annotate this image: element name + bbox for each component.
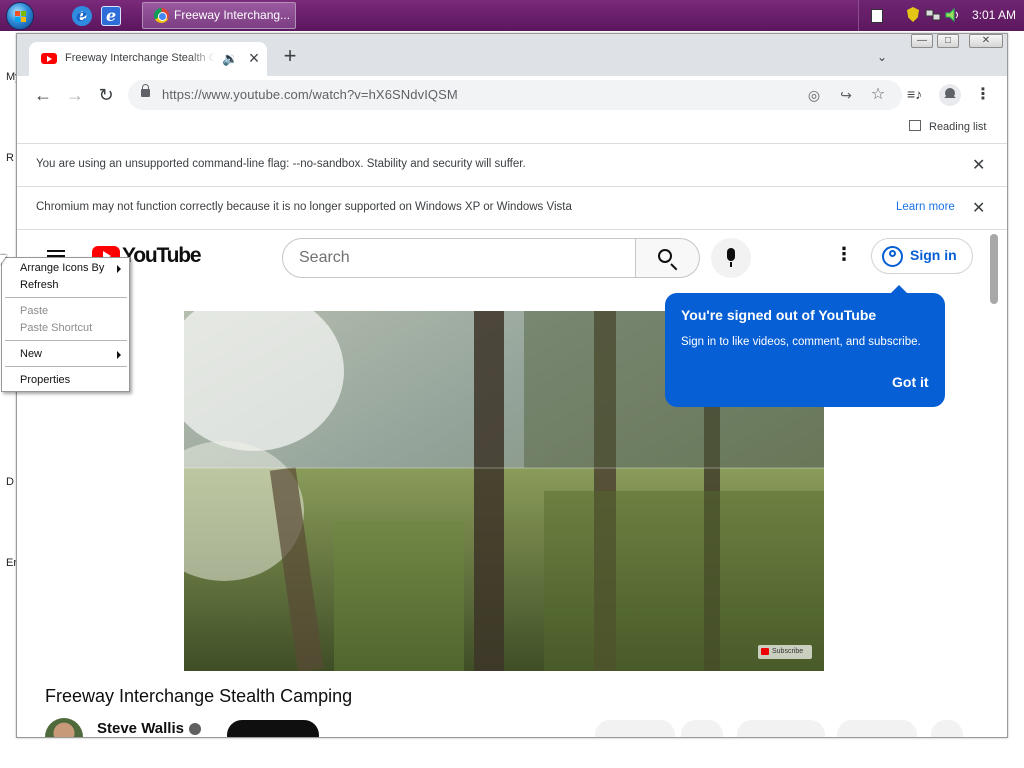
tab-close-icon[interactable]: × (244, 48, 264, 68)
mouse-cursor-icon (0, 255, 7, 265)
eye-off-icon[interactable]: ◎ (804, 85, 824, 105)
browser-toolbar: ← → ↻ https://www.youtube.com/watch?v=hX… (17, 76, 1007, 114)
sign-in-label: Sign in (910, 247, 957, 263)
infobar-sandbox-warning: You are using an unsupported command-lin… (17, 144, 1007, 187)
desktop-icon-label[interactable]: R (6, 152, 14, 164)
new-tab-icon[interactable]: + (279, 45, 301, 68)
url-text[interactable]: https://www.youtube.com/watch?v=hX6SNdvI… (162, 87, 458, 102)
keyboard-icon[interactable] (871, 9, 883, 23)
windows-flag-icon (15, 11, 27, 23)
desktop-icon-label[interactable]: D (6, 476, 14, 488)
video-title: Freeway Interchange Stealth Camping (45, 686, 353, 706)
menu-item-paste: Paste (20, 305, 49, 317)
subscribe-watermark[interactable]: Subscribe (758, 645, 812, 659)
search-button[interactable] (636, 238, 700, 278)
volume-icon[interactable] (945, 8, 961, 22)
close-window-button[interactable]: ✕ (969, 34, 1003, 48)
subscribe-button[interactable] (227, 720, 319, 737)
clock[interactable]: 3:01 AM (967, 0, 1021, 31)
signed-out-tooltip: You're signed out of YouTube Sign in to … (665, 285, 945, 407)
system-tray: 3:01 AM (858, 0, 1024, 31)
reload-icon[interactable]: ↻ (95, 84, 117, 106)
menu-icon[interactable]: ⋮ (975, 84, 991, 104)
tab-title-fade (189, 48, 215, 70)
search-input[interactable]: Search (282, 238, 636, 278)
menu-item-paste-shortcut: Paste Shortcut (20, 322, 93, 334)
more-actions-button[interactable] (931, 720, 963, 737)
bookmark-star-icon[interactable]: ☆ (868, 85, 888, 105)
page-scrollbar[interactable] (990, 234, 998, 304)
bookmarks-bar: Reading list (17, 114, 1007, 144)
chromium-icon (154, 8, 169, 23)
audio-playing-icon[interactable]: 🔉 (222, 51, 238, 67)
menu-separator (5, 366, 127, 367)
youtube-favicon (41, 53, 57, 64)
browser-window: Freeway Interchange Stealth Ca 🔉 × + ⌄ —… (16, 33, 1008, 738)
clip-button[interactable] (837, 720, 917, 737)
share-button[interactable] (681, 720, 723, 737)
menu-item-refresh[interactable]: Refresh (20, 279, 59, 291)
tab-search-icon[interactable]: ⌄ (877, 50, 887, 64)
download-button[interactable] (737, 720, 825, 737)
minimize-button[interactable]: — (911, 34, 933, 48)
channel-name[interactable]: Steve Wallis (97, 720, 184, 737)
infobar-close-icon[interactable]: ✕ (972, 198, 985, 218)
menu-item-new[interactable]: New (20, 348, 42, 360)
submenu-arrow-icon (117, 265, 121, 273)
hamburger-menu-icon[interactable] (47, 250, 65, 252)
learn-more-link[interactable]: Learn more (896, 201, 955, 213)
youtube-wordmark: YouTube (122, 244, 202, 267)
more-options-icon[interactable]: ⋮ (835, 244, 853, 265)
tab-strip: Freeway Interchange Stealth Ca 🔉 × + ⌄ —… (17, 34, 1007, 76)
profile-icon[interactable] (939, 84, 961, 106)
infobar-unsupported-os: Chromium may not function correctly beca… (17, 187, 1007, 230)
sign-in-button[interactable]: Sign in (871, 238, 973, 274)
submenu-arrow-icon (117, 351, 121, 359)
like-button[interactable] (595, 720, 675, 737)
security-shield-icon[interactable] (907, 7, 919, 22)
taskbar-button-label: Freeway Interchang... (174, 8, 291, 22)
voice-search-icon[interactable] (711, 238, 751, 278)
menu-item-properties[interactable]: Properties (20, 374, 70, 386)
taskbar: Freeway Interchang... 3:01 AM (0, 0, 1024, 31)
search-placeholder: Search (299, 249, 350, 266)
infobar-message: You are using an unsupported command-lin… (36, 158, 526, 170)
search-icon (658, 249, 672, 263)
menu-item-arrange-icons-by[interactable]: Arrange Icons By (20, 262, 104, 274)
got-it-button[interactable]: Got it (892, 374, 929, 390)
infobar-message: Chromium may not function correctly beca… (36, 201, 572, 213)
account-icon (882, 246, 903, 267)
reading-list-icon (909, 120, 921, 131)
internet-explorer-icon[interactable] (72, 6, 92, 26)
reading-list-label: Reading list (929, 121, 987, 133)
infobar-close-icon[interactable]: ✕ (972, 155, 985, 175)
verified-badge-icon (189, 723, 201, 735)
tooltip-title: You're signed out of YouTube (681, 307, 877, 323)
taskbar-button-chromium[interactable]: Freeway Interchang... (142, 2, 296, 29)
media-control-icon[interactable]: ≡♪ (907, 86, 922, 102)
back-icon[interactable]: ← (32, 84, 54, 106)
tooltip-body: Sign in to like videos, comment, and sub… (681, 336, 921, 348)
internet-explorer-alt-icon[interactable] (101, 6, 121, 26)
reading-list-button[interactable]: Reading list (909, 120, 986, 133)
network-icon[interactable] (925, 8, 941, 22)
tab-youtube[interactable]: Freeway Interchange Stealth Ca 🔉 × (29, 42, 267, 76)
youtube-page: YouTube Search ⋮ Sign in Subscribe You'r… (17, 230, 1007, 737)
start-button[interactable] (6, 2, 34, 30)
address-bar[interactable]: https://www.youtube.com/watch?v=hX6SNdvI… (128, 80, 902, 110)
desktop-context-menu: Arrange Icons By Refresh Paste Paste Sho… (1, 257, 130, 392)
lock-icon[interactable] (141, 84, 150, 97)
forward-icon[interactable]: → (64, 84, 86, 106)
maximize-button[interactable]: □ (937, 34, 959, 48)
channel-avatar[interactable] (45, 718, 83, 737)
share-icon[interactable]: ↪ (836, 85, 856, 105)
menu-separator (5, 297, 127, 298)
menu-separator (5, 340, 127, 341)
